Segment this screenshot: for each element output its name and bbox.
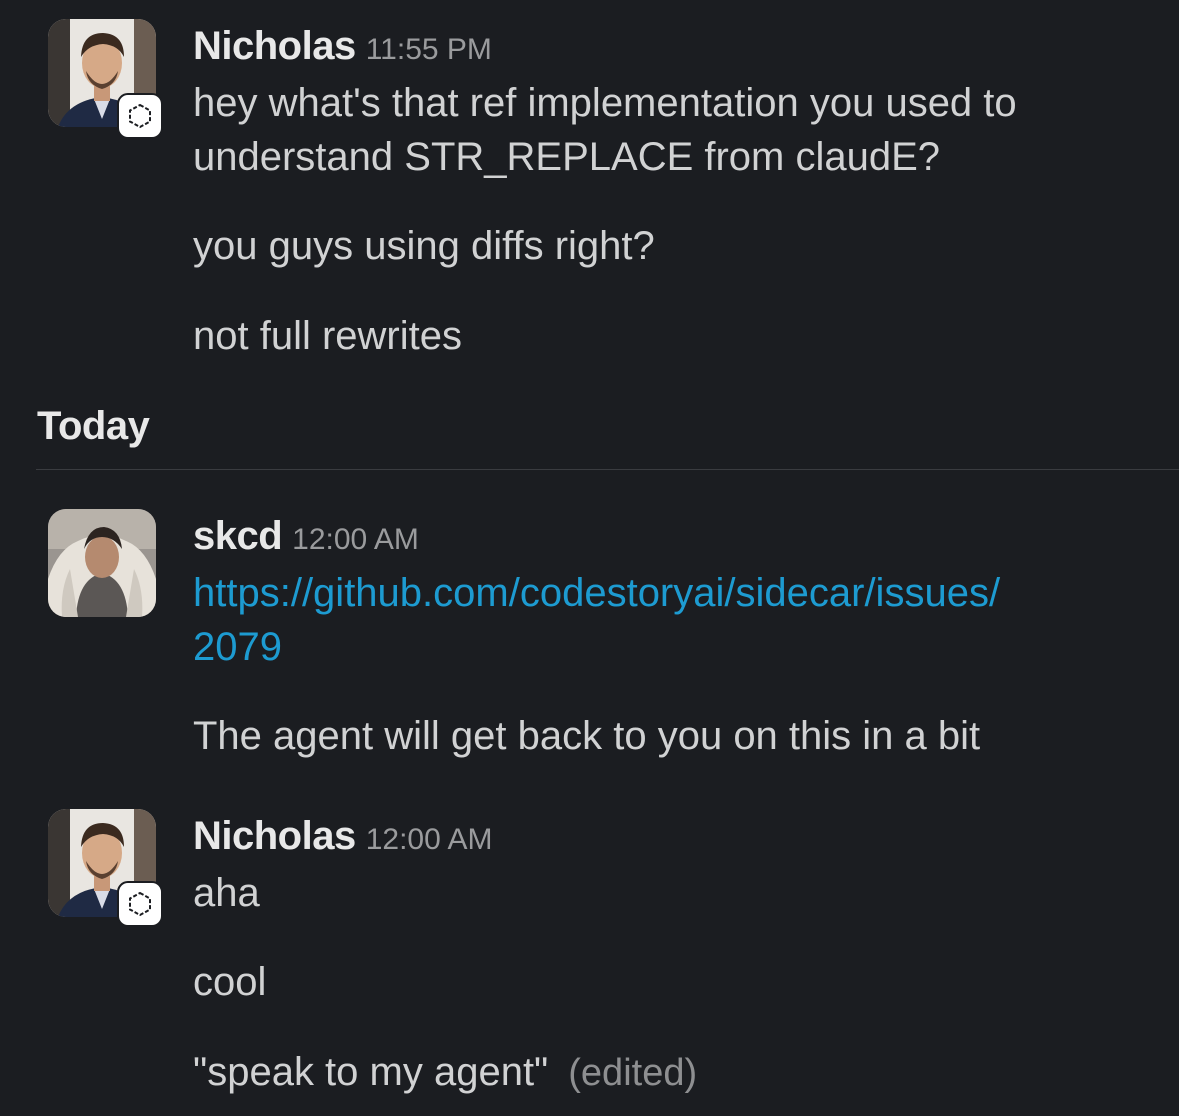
message-text: The agent will get back to you on this i… bbox=[193, 714, 981, 758]
message-text: cool bbox=[193, 960, 267, 1004]
hexagon-app-icon bbox=[117, 881, 163, 927]
message-header: Nicholas 11:55 PM bbox=[193, 24, 492, 69]
timestamp[interactable]: 12:00 AM bbox=[292, 523, 419, 556]
skcd-avatar[interactable] bbox=[48, 509, 156, 617]
author-name[interactable]: Nicholas bbox=[193, 814, 356, 858]
hexagon-app-icon bbox=[117, 93, 163, 139]
message-text: aha bbox=[193, 871, 260, 915]
github-issue-link-continued[interactable]: 2079 bbox=[193, 620, 282, 674]
day-divider-label[interactable]: Today bbox=[37, 404, 150, 449]
author-name[interactable]: skcd bbox=[193, 514, 283, 558]
author-name[interactable]: Nicholas bbox=[193, 24, 356, 68]
github-issue-link[interactable]: https://github.com/codestoryai/sidecar/i… bbox=[193, 566, 1000, 620]
message-header: Nicholas 12:00 AM bbox=[193, 814, 492, 859]
message-text: hey what's that ref implementation you u… bbox=[193, 81, 1017, 125]
message-text: "speak to my agent" bbox=[193, 1050, 549, 1094]
message-text: not full rewrites bbox=[193, 314, 462, 358]
message-text: understand STR_REPLACE from claudE? bbox=[193, 135, 941, 179]
message-text-row: "speak to my agent" (edited) bbox=[193, 1045, 697, 1100]
message-text: you guys using diffs right? bbox=[193, 224, 655, 268]
message-header: skcd 12:00 AM bbox=[193, 514, 419, 559]
timestamp[interactable]: 11:55 PM bbox=[366, 33, 492, 66]
timestamp[interactable]: 12:00 AM bbox=[366, 823, 493, 856]
edited-indicator: (edited) bbox=[568, 1052, 698, 1094]
day-divider-line bbox=[36, 469, 1179, 470]
